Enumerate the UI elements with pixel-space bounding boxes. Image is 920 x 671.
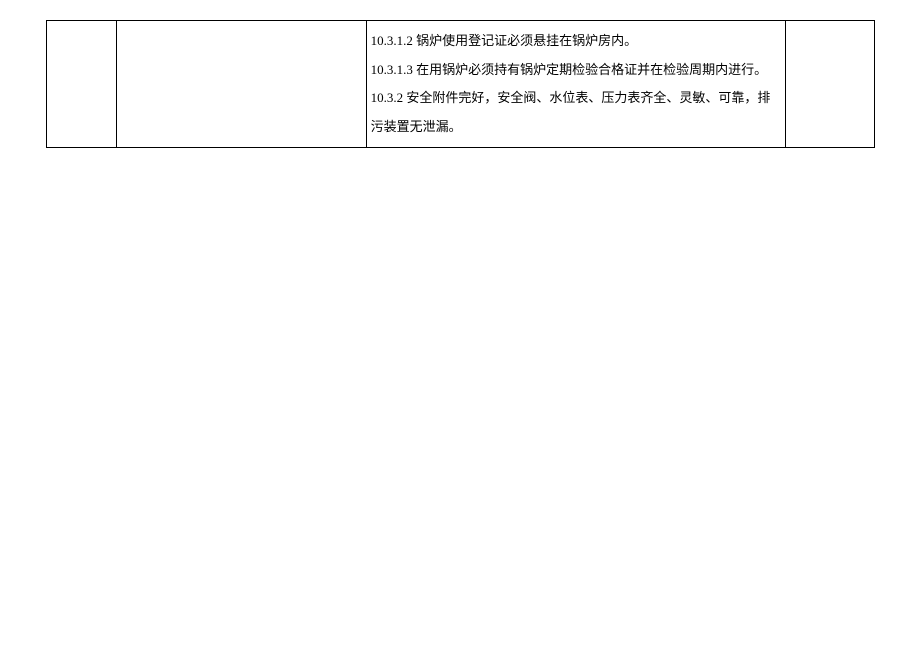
- regulation-line: 10.3.1.3 在用锅炉必须持有锅炉定期检验合格证并在检验周期内进行。: [371, 56, 782, 85]
- table-cell-col4: [786, 21, 875, 148]
- table-cell-col3: 10.3.1.2 锅炉使用登记证必须悬挂在锅炉房内。 10.3.1.3 在用锅炉…: [366, 21, 786, 148]
- table-cell-col2: [116, 21, 366, 148]
- document-table-container: 10.3.1.2 锅炉使用登记证必须悬挂在锅炉房内。 10.3.1.3 在用锅炉…: [46, 20, 875, 148]
- regulation-line: 10.3.1.2 锅炉使用登记证必须悬挂在锅炉房内。: [371, 27, 782, 56]
- cell-content-wrapper: 10.3.1.2 锅炉使用登记证必须悬挂在锅炉房内。 10.3.1.3 在用锅炉…: [371, 27, 782, 141]
- regulation-line: 10.3.2 安全附件完好，安全阀、水位表、压力表齐全、灵敏、可靠，排污装置无泄…: [371, 84, 782, 141]
- regulation-table: 10.3.1.2 锅炉使用登记证必须悬挂在锅炉房内。 10.3.1.3 在用锅炉…: [46, 20, 875, 148]
- table-cell-col1: [47, 21, 117, 148]
- table-row: 10.3.1.2 锅炉使用登记证必须悬挂在锅炉房内。 10.3.1.3 在用锅炉…: [47, 21, 875, 148]
